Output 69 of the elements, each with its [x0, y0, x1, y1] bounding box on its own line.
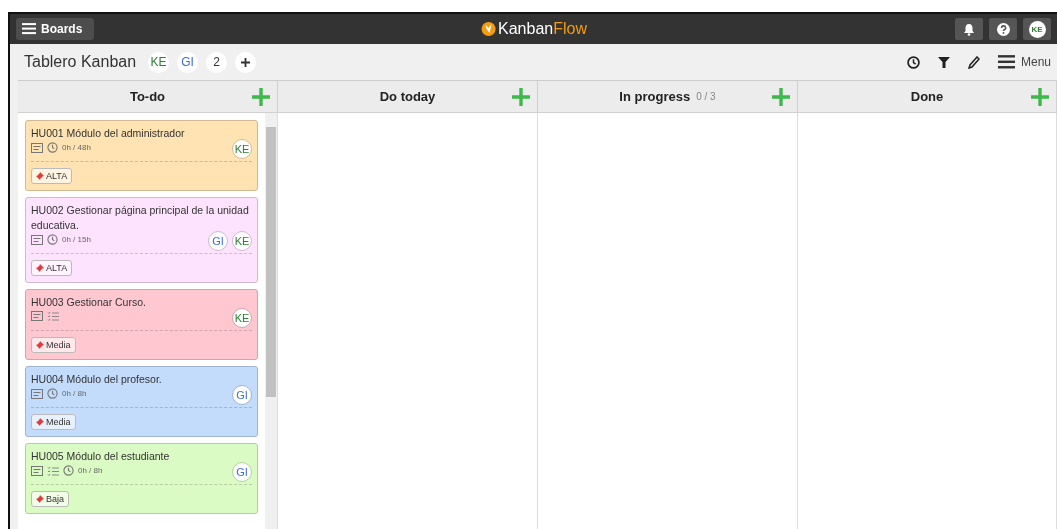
help-button[interactable]	[989, 18, 1017, 40]
clock-icon	[47, 388, 58, 399]
column-title: Do today	[379, 89, 436, 104]
time-estimate: 0h / 15h	[62, 235, 91, 244]
task-title: HU002 Gestionar página principal de la unidad educativa.	[31, 203, 250, 233]
filter-button[interactable]	[937, 55, 950, 69]
description-icon	[31, 142, 43, 153]
priority-tag: ALTA	[31, 260, 73, 276]
user-avatar: KE	[1028, 20, 1046, 38]
edit-button[interactable]	[967, 55, 980, 69]
column-title: To-do	[129, 89, 166, 104]
plus-icon	[241, 57, 251, 67]
bell-icon	[963, 22, 975, 36]
boards-button[interactable]: Boards	[16, 18, 95, 40]
task-title: HU001 Módulo del administrador	[31, 126, 186, 141]
assignee-avatar: KE	[232, 231, 252, 251]
board-title: Tablero Kanban	[24, 53, 137, 71]
time-estimate: 0h / 48h	[62, 143, 91, 152]
description-icon	[31, 465, 43, 476]
menu-button[interactable]: Menu	[997, 55, 1051, 69]
column-title: In progress	[619, 89, 691, 104]
notifications-button[interactable]	[955, 18, 983, 40]
priority-tag: ALTA	[31, 168, 73, 184]
filter-icon	[937, 55, 950, 69]
more-members-count[interactable]: 2	[206, 51, 228, 73]
priority-tag: Media	[31, 337, 76, 353]
logo-icon	[480, 20, 496, 38]
pencil-icon	[967, 55, 980, 69]
clock-icon	[47, 234, 58, 245]
scrollbar[interactable]	[265, 113, 277, 529]
member-avatar[interactable]: GI	[177, 51, 199, 73]
time-estimate: 0h / 8h	[62, 389, 87, 398]
time-estimate: 0h / 8h	[78, 466, 103, 475]
task-title: HU004 Módulo del profesor.	[31, 372, 163, 387]
priority-tag: Media	[31, 414, 76, 430]
add-icon	[771, 87, 791, 107]
assignee-avatar: GI	[232, 462, 252, 482]
task-title: HU005 Módulo del estudiante	[31, 449, 171, 464]
clock-icon	[906, 55, 920, 69]
add-icon	[1030, 87, 1050, 107]
logo-text: Kanban	[498, 20, 554, 38]
logo-text: Flow	[553, 20, 587, 38]
description-icon	[31, 388, 43, 399]
task-card[interactable]: HU001 Módulo del administrador 0h / 48h KE ALTA	[25, 120, 258, 191]
add-member-button[interactable]	[235, 51, 257, 73]
description-icon	[31, 234, 43, 245]
task-card[interactable]: HU004 Módulo del profesor. 0h / 8h GI Media	[25, 366, 258, 437]
member-avatar[interactable]: KE	[148, 51, 170, 73]
clock-icon	[63, 465, 74, 476]
add-icon	[511, 87, 531, 107]
help-icon	[996, 22, 1010, 36]
menu-icon	[997, 55, 1015, 69]
assignee-avatar: GI	[232, 385, 252, 405]
wip-limit: 0 / 3	[696, 91, 716, 102]
assignee-avatar: KE	[232, 308, 252, 328]
assignee-avatar: GI	[208, 231, 228, 251]
task-title: HU003 Gestionar Curso.	[31, 295, 147, 310]
menu-icon	[22, 23, 36, 35]
task-card[interactable]: HU002 Gestionar página principal de la unidad educativa. 0h / 15h GI KE ALTA	[25, 197, 258, 283]
description-icon	[31, 311, 43, 321]
clock-icon	[47, 142, 58, 153]
assignee-avatar: KE	[232, 139, 252, 159]
add-icon	[251, 87, 271, 107]
task-card[interactable]: HU005 Módulo del estudiante 0h / 8h GI Baja	[25, 443, 258, 514]
priority-tag: Baja	[31, 491, 69, 507]
task-card[interactable]: HU003 Gestionar Curso. KE Media	[25, 289, 258, 360]
timer-button[interactable]	[906, 55, 920, 69]
column-title: Done	[910, 89, 944, 104]
user-button[interactable]: KE	[1023, 18, 1051, 40]
